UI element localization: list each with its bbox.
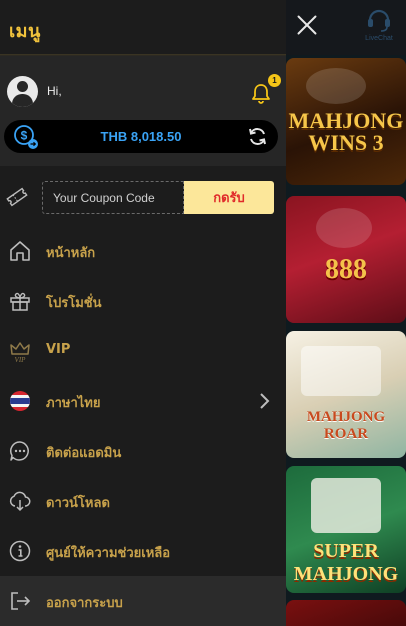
game-title: MAHJONG WINS 3 xyxy=(288,108,404,155)
user-panel: Hi, 1 $ THB 8,018.50 xyxy=(0,55,286,166)
menu-item-label: ภาษาไทย xyxy=(46,396,101,411)
menu-item-contact-admin[interactable]: ติดต่อแอดมิน xyxy=(0,426,286,476)
game-title: SUPER MAHJONG xyxy=(293,540,399,585)
game-tile[interactable]: MAHJONG WINS 3 xyxy=(286,58,406,185)
livechat-label: LiveChat xyxy=(365,35,393,42)
game-tile[interactable]: SUPER MAHJONG xyxy=(286,466,406,593)
bell-icon[interactable] xyxy=(250,82,272,104)
claim-coupon-button[interactable]: กดรับ xyxy=(184,181,274,214)
avatar[interactable] xyxy=(7,76,38,107)
side-menu-drawer: เมนู Hi, 1 $ THB 8,018.50 Your Coupon Co… xyxy=(0,0,286,626)
balance-bar: $ THB 8,018.50 xyxy=(4,120,278,153)
menu-item-label: ศูนย์ให้ความช่วยเหลือ xyxy=(46,546,171,561)
livechat-button[interactable]: LiveChat xyxy=(358,6,400,50)
menu-item-label: หน้าหลัก xyxy=(46,246,96,261)
coupon-code-input[interactable] xyxy=(42,181,184,214)
game-title: MAHJONG ROAR xyxy=(306,409,386,442)
thai-flag-icon xyxy=(10,391,30,411)
coupon-row: กดรับ xyxy=(0,166,286,226)
menu-item-label: โปรโมชั่น xyxy=(46,296,102,311)
menu-item-label: ติดต่อแอดมิน xyxy=(46,446,122,461)
gift-icon xyxy=(10,292,30,311)
menu-item-logout[interactable]: ออกจากระบบ xyxy=(0,576,286,626)
app-root: LiveChat MAHJONG WINS 3 888 MAHJONG ROAR… xyxy=(0,0,406,626)
menu-item-download[interactable]: ดาวน์โหลด xyxy=(0,476,286,526)
game-tile[interactable] xyxy=(286,600,406,626)
logout-icon xyxy=(11,592,31,610)
notification-badge: 1 xyxy=(268,74,281,87)
info-icon xyxy=(9,540,31,562)
menu-item-promotion[interactable]: โปรโมชั่น xyxy=(0,276,286,326)
chat-icon xyxy=(10,441,29,461)
svg-text:VIP: VIP xyxy=(15,356,27,363)
balance-amount: THB 8,018.50 xyxy=(100,129,182,144)
menu-item-label: VIP xyxy=(46,342,71,357)
menu-item-vip[interactable]: VIP VIP xyxy=(0,326,286,376)
close-icon[interactable] xyxy=(294,12,320,38)
chevron-right-icon xyxy=(260,393,270,409)
coupon-icon xyxy=(6,187,28,207)
drawer-header: เมนู xyxy=(0,0,286,55)
game-tile[interactable]: MAHJONG ROAR xyxy=(286,331,406,458)
download-icon xyxy=(9,491,31,512)
menu-item-help-center[interactable]: ศูนย์ให้ความช่วยเหลือ xyxy=(0,526,286,576)
menu-item-home[interactable]: หน้าหลัก xyxy=(0,226,286,276)
top-bar: LiveChat xyxy=(286,0,406,55)
menu-item-language[interactable]: ภาษาไทย xyxy=(0,376,286,426)
menu-item-label: ออกจากระบบ xyxy=(46,596,123,611)
menu-item-label: ดาวน์โหลด xyxy=(46,496,110,511)
game-title: 888 xyxy=(325,254,367,285)
home-icon xyxy=(10,241,30,261)
refresh-icon[interactable] xyxy=(247,126,268,147)
game-tile[interactable]: 888 xyxy=(286,196,406,323)
greeting-text: Hi, xyxy=(47,84,62,98)
headset-icon xyxy=(368,9,390,32)
game-lobby-background: LiveChat MAHJONG WINS 3 888 MAHJONG ROAR… xyxy=(286,0,406,626)
crown-icon: VIP xyxy=(10,342,30,363)
menu-title: เมนู xyxy=(9,21,41,42)
